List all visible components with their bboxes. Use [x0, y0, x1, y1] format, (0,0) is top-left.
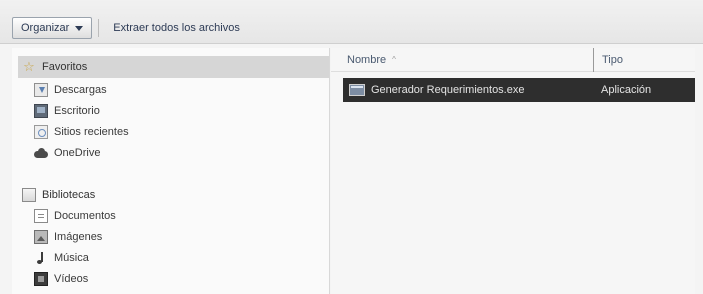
documents-icon — [34, 209, 48, 223]
column-header-type[interactable]: Tipo — [593, 47, 695, 72]
file-name-cell: Generador Requerimientos.exe — [343, 84, 593, 96]
nav-item-label: Imágenes — [54, 231, 103, 243]
sort-ascending-icon: ^ — [392, 55, 396, 64]
nav-item-sitios-recientes[interactable]: Sitios recientes — [34, 122, 129, 142]
chevron-down-icon — [75, 25, 84, 31]
music-icon — [34, 251, 48, 265]
file-row[interactable]: Generador Requerimientos.exe Aplicación — [343, 78, 695, 102]
onedrive-icon — [34, 146, 48, 160]
nav-item-label: OneDrive — [54, 147, 101, 159]
nav-favorites[interactable]: ☆ Favoritos — [18, 56, 329, 78]
nav-item-label: Escritorio — [54, 105, 100, 117]
column-header-name[interactable]: Nombre ^ — [331, 48, 593, 72]
nav-favorites-label: Favoritos — [42, 61, 88, 73]
libraries-icon — [22, 188, 36, 202]
nav-item-label: Documentos — [54, 210, 116, 222]
column-header-name-label: Nombre — [347, 53, 387, 66]
command-bar-buttons: Organizar Extraer todos los archivos — [12, 16, 695, 40]
pictures-icon — [34, 230, 48, 244]
nav-item-onedrive[interactable]: OneDrive — [34, 143, 100, 163]
desktop-icon — [34, 104, 48, 118]
nav-item-label: Música — [54, 252, 89, 264]
downloads-icon — [34, 83, 48, 97]
organize-label: Organizar — [21, 22, 70, 34]
organize-button[interactable]: Organizar — [12, 17, 93, 39]
nav-libraries-label: Bibliotecas — [42, 189, 96, 201]
file-type-cell: Aplicación — [601, 84, 652, 96]
recent-places-icon — [34, 125, 48, 139]
file-name: Generador Requerimientos.exe — [371, 84, 525, 96]
nav-item-descargas[interactable]: Descargas — [34, 80, 107, 100]
application-icon — [349, 84, 365, 96]
explorer-window: Organizar Extraer todos los archivos ☆ F… — [0, 0, 703, 294]
toolbar-divider — [98, 19, 100, 37]
nav-item-imagenes[interactable]: Imágenes — [34, 227, 102, 247]
nav-libraries[interactable]: Bibliotecas — [18, 184, 329, 206]
nav-item-videos[interactable]: Vídeos — [34, 269, 88, 289]
command-bar: Organizar Extraer todos los archivos — [0, 0, 703, 44]
navigation-pane: ☆ Favoritos Descargas Escritorio Sitios … — [12, 48, 330, 294]
extract-all-label: Extraer todos los archivos — [113, 22, 240, 34]
nav-item-escritorio[interactable]: Escritorio — [34, 101, 100, 121]
extract-all-button[interactable]: Extraer todos los archivos — [105, 17, 248, 39]
column-header-type-label: Tipo — [602, 53, 623, 66]
file-list-pane: Nombre ^ Tipo Generador Requerimientos.e… — [331, 47, 695, 294]
nav-item-documentos[interactable]: Documentos — [34, 206, 116, 226]
nav-item-label: Sitios recientes — [54, 126, 129, 138]
nav-item-label: Vídeos — [54, 273, 89, 285]
nav-item-musica[interactable]: Música — [34, 248, 89, 268]
nav-item-label: Descargas — [54, 84, 107, 96]
column-headers: Nombre ^ Tipo — [331, 47, 695, 72]
star-icon: ☆ — [23, 59, 35, 74]
videos-icon — [34, 272, 48, 286]
